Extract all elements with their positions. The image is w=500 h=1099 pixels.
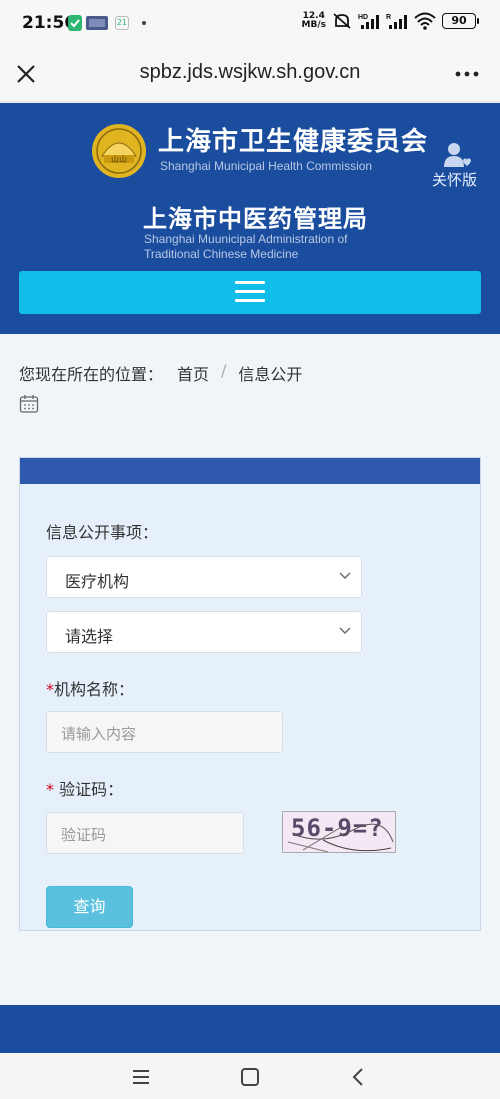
calendar-icon	[19, 395, 39, 413]
signal-hd-icon: HD	[358, 14, 379, 29]
more-notifications-dot	[142, 21, 146, 25]
sub-org-name-en-line2: Traditional Chinese Medicine	[144, 247, 299, 261]
sub-org-name-en-line1: Shanghai Muunicipal Administration of	[144, 232, 348, 246]
calendar-notification-icon: 21	[115, 16, 129, 30]
info-category-label: 信息公开事项：	[46, 523, 159, 542]
home-icon[interactable]	[239, 1066, 261, 1088]
net-speed: 12.4 MB/s	[301, 11, 326, 30]
menu-bar[interactable]	[19, 271, 481, 314]
sub-category-value: 请选择	[65, 627, 114, 646]
sub-org-name-cn: 上海市中医药管理局	[143, 205, 368, 233]
mute-icon	[333, 13, 351, 29]
battery-indicator: 90	[442, 13, 479, 29]
wifi-icon	[414, 12, 436, 30]
chevron-down-icon	[339, 627, 351, 634]
site-header: 山山 上海市卫生健康委员会 Shanghai Municipal Health …	[0, 103, 500, 334]
org-name-cn: 上海市卫生健康委员会	[158, 127, 429, 157]
org-name-en: Shanghai Municipal Health Commission	[160, 159, 373, 173]
info-category-select[interactable]: 医疗机构	[46, 556, 362, 598]
required-mark: *	[46, 680, 54, 699]
breadcrumb: 您现在所在的位置： 首页 / 信息公开	[19, 361, 302, 385]
system-nav-bar	[0, 1053, 500, 1099]
main-content: 您现在所在的位置： 首页 / 信息公开 信息公开事项： 医疗机构 请选择 *机构…	[0, 334, 500, 1005]
back-icon[interactable]	[348, 1066, 370, 1088]
panel-header-bar	[20, 458, 480, 484]
breadcrumb-prefix: 您现在所在的位置：	[19, 365, 164, 384]
shield-check-icon	[68, 15, 82, 31]
captcha-input[interactable]: 验证码	[46, 812, 244, 854]
browser-toolbar: spbz.jds.wsjkw.sh.gov.cn	[0, 48, 500, 102]
address-bar-url[interactable]: spbz.jds.wsjkw.sh.gov.cn	[60, 61, 440, 84]
breadcrumb-separator: /	[221, 361, 227, 380]
recent-apps-icon[interactable]	[130, 1066, 152, 1088]
hamburger-menu-icon[interactable]	[235, 281, 265, 305]
org-name-input[interactable]: 请输入内容	[46, 711, 283, 753]
site-footer	[0, 1005, 500, 1053]
captcha-label: * 验证码：	[46, 780, 124, 799]
chevron-down-icon	[339, 572, 351, 579]
svg-text:HD: HD	[358, 14, 368, 21]
app-notification-icon	[86, 16, 108, 30]
query-button[interactable]: 查询	[46, 886, 133, 928]
sub-category-select[interactable]: 请选择	[46, 611, 362, 653]
more-options-icon[interactable]	[452, 62, 482, 86]
query-form-panel: 信息公开事项： 医疗机构 请选择 *机构名称： 请输入内容 * 验证码： 验证码…	[19, 457, 481, 931]
org-name-label: *机构名称：	[46, 680, 135, 699]
captcha-noise-lines	[287, 823, 394, 852]
care-mode-link[interactable]: 关怀版	[432, 169, 477, 190]
svg-text:R: R	[386, 14, 391, 21]
commission-emblem-logo[interactable]: 山山	[90, 122, 148, 180]
info-category-value: 医疗机构	[65, 572, 130, 591]
care-mode-icon[interactable]	[443, 141, 471, 169]
breadcrumb-current[interactable]: 信息公开	[238, 361, 302, 385]
required-mark: *	[46, 780, 54, 799]
signal-icon: R	[386, 14, 407, 29]
captcha-image[interactable]: 56-9=?	[282, 811, 396, 853]
close-icon[interactable]	[12, 60, 40, 88]
breadcrumb-home-link[interactable]: 首页	[177, 361, 209, 385]
svg-text:山山: 山山	[111, 154, 127, 164]
status-bar: 21:56 21 12.4 MB/s HD R 90	[0, 0, 500, 48]
